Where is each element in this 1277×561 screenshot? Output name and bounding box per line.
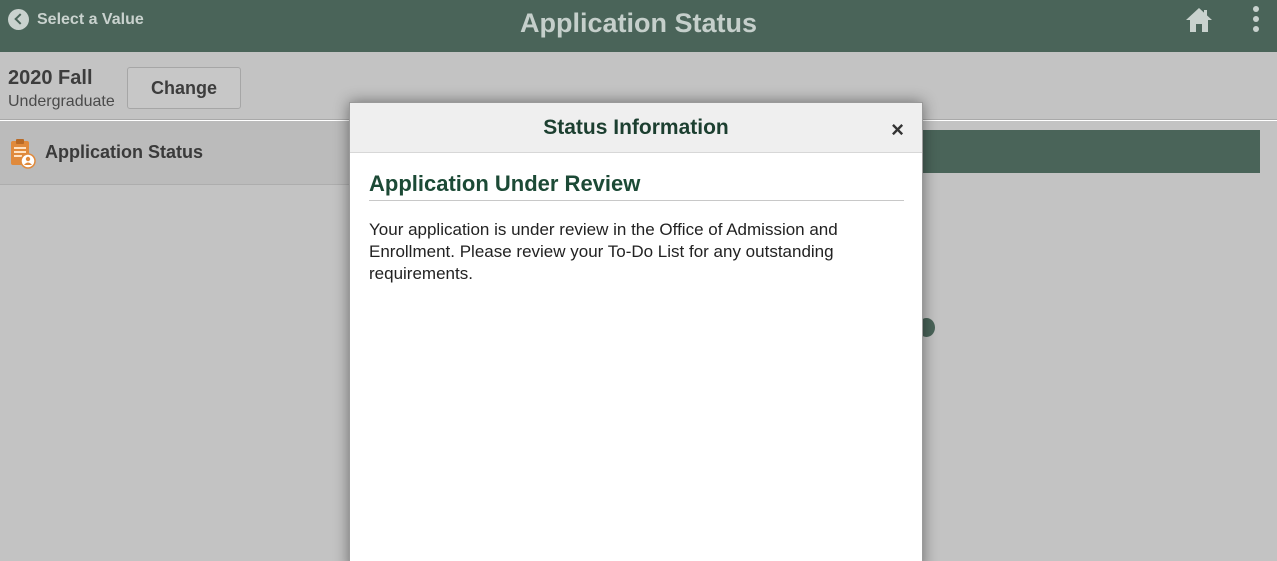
career-label: Undergraduate (8, 93, 115, 110)
kebab-menu-icon[interactable] (1250, 5, 1262, 33)
status-description: Your application is under review in the … (369, 220, 838, 283)
header-bar: Select a Value Application Status (0, 0, 1277, 52)
close-icon[interactable]: × (891, 119, 904, 141)
status-information-dialog: Status Information × Application Under R… (349, 102, 923, 561)
status-heading: Application Under Review (369, 171, 904, 201)
dialog-body: Application Under Review Your applicatio… (350, 153, 922, 285)
sidebar-item-label: Application Status (45, 142, 204, 162)
dialog-header: Status Information × (350, 103, 922, 153)
term-label: 2020 Fall (8, 67, 93, 89)
change-button[interactable]: Change (127, 67, 241, 109)
dialog-title: Status Information (543, 116, 729, 139)
sidebar-item-application-status[interactable]: Application Status (0, 121, 349, 185)
page-title: Application Status (519, 8, 757, 38)
status-header-bar (922, 130, 1260, 173)
application-document-icon (11, 139, 36, 169)
home-icon[interactable] (1184, 5, 1214, 35)
